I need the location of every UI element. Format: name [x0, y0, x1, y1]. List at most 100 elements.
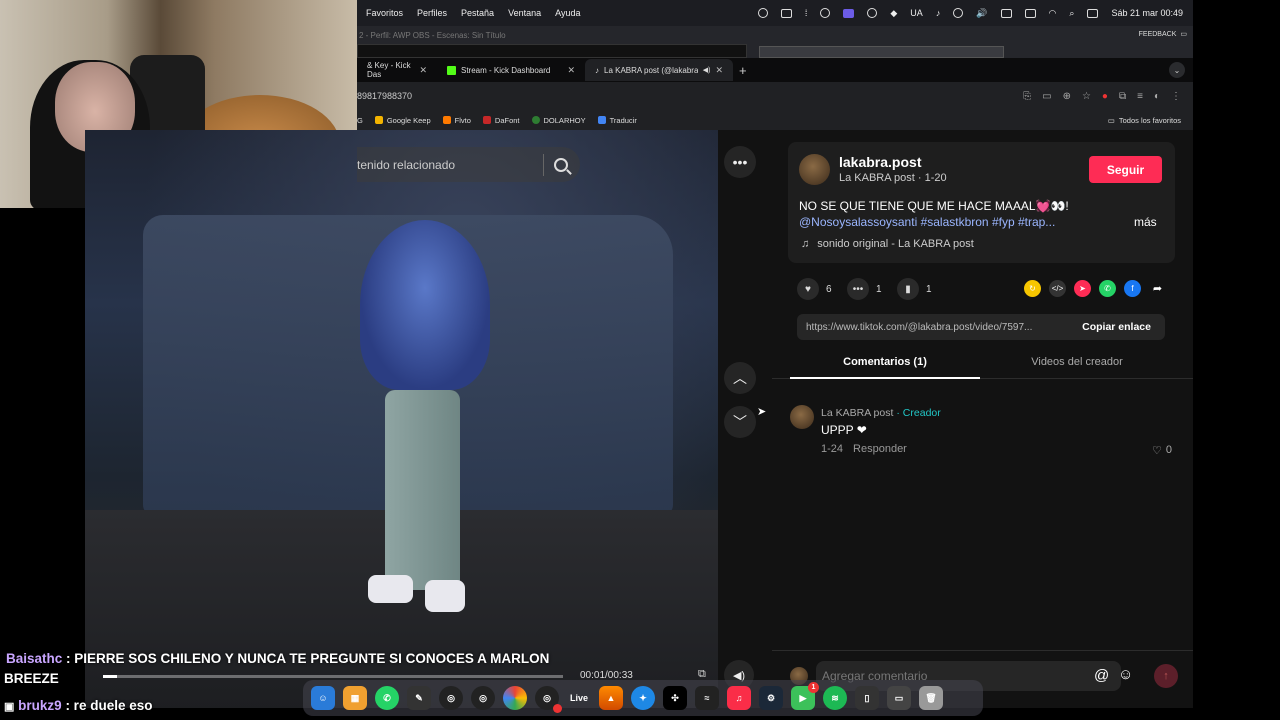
close-icon[interactable]: ✕: [419, 65, 427, 76]
emoji-icon[interactable]: ☺: [1118, 666, 1133, 683]
tab-kick-key[interactable]: & Key - Kick Das ✕: [357, 59, 437, 81]
downloads-icon[interactable]: ▯: [855, 686, 879, 710]
music-icon[interactable]: ♪: [936, 8, 941, 18]
follow-button[interactable]: Seguir: [1089, 156, 1162, 183]
control-center-icon[interactable]: [1087, 8, 1099, 18]
all-bookmarks[interactable]: ▭ Todos los favoritos: [1108, 116, 1193, 125]
whatsapp-icon[interactable]: ✆: [1099, 280, 1116, 297]
record-icon[interactable]: ●: [1102, 91, 1108, 102]
save-action[interactable]: ▮ 1: [897, 278, 932, 300]
search-icon[interactable]: [554, 157, 568, 172]
app-status-icon[interactable]: [843, 8, 855, 18]
bookmark-traducir[interactable]: Traducir: [597, 116, 637, 125]
facebook-icon[interactable]: f: [1124, 280, 1141, 297]
live-app[interactable]: Live: [567, 686, 591, 710]
audio-wave-icon[interactable]: ⁞: [805, 8, 808, 18]
facetime-icon[interactable]: ▶ 1: [791, 682, 819, 710]
comment-avatar[interactable]: [790, 405, 814, 429]
profile-icon[interactable]: ◐: [1154, 91, 1160, 102]
capcut-icon[interactable]: ✎: [407, 686, 431, 710]
reply-button[interactable]: Responder: [853, 443, 907, 455]
previous-video-button[interactable]: ︿: [724, 362, 756, 394]
tab-kick-dashboard[interactable]: Stream - Kick Dashboard ✕: [437, 59, 585, 81]
speaker-icon[interactable]: ◀): [703, 66, 711, 74]
send-icon[interactable]: ➤: [1074, 280, 1091, 297]
safari-icon[interactable]: ✦: [631, 686, 655, 710]
repost-icon[interactable]: ↻: [1024, 280, 1041, 297]
menubar-clock[interactable]: Sáb 21 mar 00:49: [1111, 8, 1183, 18]
volume-icon[interactable]: 🔊: [976, 8, 987, 19]
steam-icon[interactable]: ⚙: [759, 686, 783, 710]
spotify-icon[interactable]: ≋: [823, 686, 847, 710]
embed-icon[interactable]: </>: [1049, 280, 1066, 297]
post-hashtags[interactable]: @Nosoysalassoysanti #salastkbron #fyp #t…: [799, 215, 1055, 229]
obs-alt-icon[interactable]: ◎: [471, 686, 495, 710]
tab-search-button[interactable]: ⌄: [1169, 62, 1185, 78]
menu-icon[interactable]: [820, 8, 831, 18]
menu-item-ventana[interactable]: Ventana: [508, 8, 541, 18]
launchpad-icon[interactable]: ▦: [343, 686, 367, 710]
bookmark-flvto[interactable]: Flvto: [442, 116, 471, 125]
feedback-button[interactable]: FEEDBACK ▭: [1139, 30, 1187, 39]
tab-creator-videos[interactable]: Videos del creador: [982, 356, 1172, 368]
search-icon[interactable]: ⌕: [1069, 8, 1074, 19]
like-action[interactable]: ♥ 6: [797, 278, 832, 300]
wifi-icon[interactable]: ◠: [1049, 8, 1057, 19]
cast-icon[interactable]: ▭: [1042, 91, 1051, 102]
more-options-button[interactable]: •••: [724, 146, 756, 178]
close-icon[interactable]: ✕: [567, 65, 575, 76]
input-source-indicator[interactable]: UA: [910, 8, 923, 18]
tab-tiktok-post[interactable]: ♪ La KABRA post (@lakabra ◀) ✕: [585, 59, 733, 81]
fl-studio-icon[interactable]: ▲: [599, 686, 623, 710]
share-link-url[interactable]: https://www.tiktok.com/@lakabra.post/vid…: [797, 322, 1067, 333]
zoom-icon[interactable]: ⊕: [1063, 91, 1071, 102]
whatsapp-icon[interactable]: ✆: [375, 686, 399, 710]
music-icon[interactable]: ♫: [727, 686, 751, 710]
creator-username[interactable]: lakabra.post: [839, 154, 921, 170]
trash-icon[interactable]: 🗑: [919, 686, 943, 710]
close-icon[interactable]: ✕: [715, 65, 723, 76]
bookmark-star-icon[interactable]: ☆: [1082, 91, 1091, 102]
screen-capture-icon[interactable]: [780, 8, 792, 18]
reading-list-icon[interactable]: ≡: [1137, 91, 1143, 102]
waveform-icon[interactable]: ≈: [695, 686, 719, 710]
battery-icon[interactable]: [1024, 8, 1036, 18]
display-icon[interactable]: [1000, 8, 1012, 18]
diamond-icon[interactable]: ◆: [890, 8, 897, 19]
play-icon[interactable]: [953, 8, 964, 18]
finder-icon[interactable]: ☺: [311, 686, 335, 710]
streamlabs-icon[interactable]: ◎: [535, 686, 562, 713]
more-menu-icon[interactable]: ⋮: [1171, 91, 1181, 102]
bookmark-dafont[interactable]: DaFont: [482, 116, 520, 125]
mention-icon[interactable]: @: [1094, 667, 1109, 684]
new-tab-button[interactable]: +: [739, 63, 747, 78]
menu-item-perfiles[interactable]: Perfiles: [417, 8, 447, 18]
address-bar[interactable]: 89817988370 ⎘ ▭ ⊕ ☆ ● ⧉ ≡ ◐ ⋮: [357, 82, 1193, 110]
bookmark-partial[interactable]: G: [357, 116, 363, 125]
bookmark-dolarhoy[interactable]: DOLARHOY: [531, 116, 586, 125]
post-comment-button[interactable]: ↑: [1154, 664, 1178, 688]
tidal-icon[interactable]: ✣: [663, 686, 687, 710]
menu-item-pestaña[interactable]: Pestaña: [461, 8, 494, 18]
video-progress-bar[interactable]: [103, 675, 563, 678]
tab-comments[interactable]: Comentarios (1): [790, 356, 980, 368]
share-more-icon[interactable]: ➦: [1149, 280, 1166, 297]
comment-action[interactable]: ••• 1: [847, 278, 882, 300]
sound-link[interactable]: ♫ sonido original - La KABRA post: [801, 238, 974, 250]
copy-link-button[interactable]: Copiar enlace: [1082, 321, 1165, 333]
creator-avatar[interactable]: [799, 154, 830, 185]
related-search-bar[interactable]: tenido relacionado: [357, 147, 580, 182]
menu-item-ayuda[interactable]: Ayuda: [555, 8, 580, 18]
chrome-icon[interactable]: [503, 686, 527, 710]
more-caption-link[interactable]: más: [1134, 215, 1157, 229]
comment-like[interactable]: ♡ 0: [1152, 444, 1172, 457]
obs-icon[interactable]: ◎: [439, 686, 463, 710]
eye-icon[interactable]: [867, 8, 878, 18]
menu-item-favoritos[interactable]: Favoritos: [366, 8, 403, 18]
translate-icon[interactable]: ⎘: [1023, 91, 1031, 102]
extensions-icon[interactable]: ⧉: [1119, 91, 1126, 102]
next-video-button[interactable]: ﹀: [724, 406, 756, 438]
obs-status-icon[interactable]: [757, 8, 768, 18]
url-text[interactable]: 89817988370: [357, 91, 412, 101]
video-player[interactable]: [85, 130, 718, 708]
